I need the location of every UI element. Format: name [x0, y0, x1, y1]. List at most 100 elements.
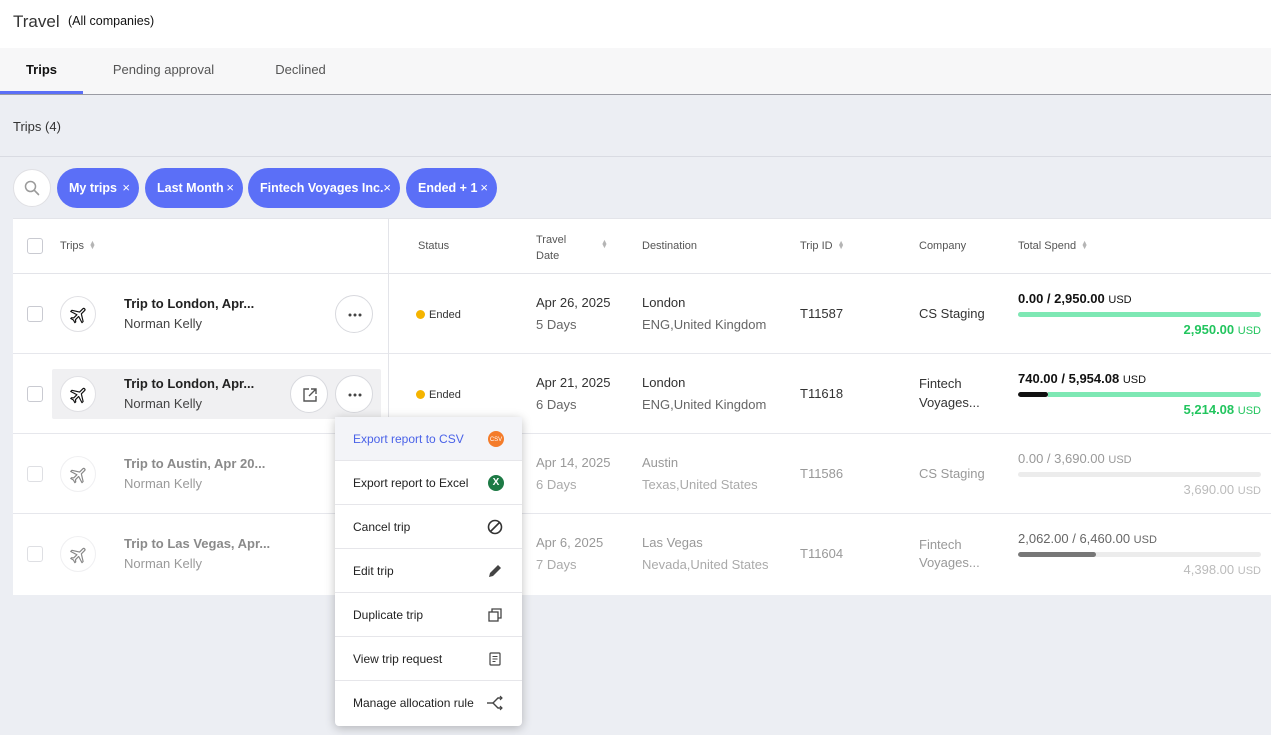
trip-avatar	[60, 456, 96, 492]
company: CS Staging	[919, 306, 985, 321]
page-title: Travel	[13, 12, 60, 31]
open-trip-button[interactable]	[290, 375, 328, 413]
menu-item-label: Export report to CSV	[353, 432, 464, 446]
destination-city: London	[642, 375, 686, 390]
airplane-icon	[70, 467, 86, 484]
cancel-icon	[487, 519, 503, 535]
table-row[interactable]: Trip to Las Vegas, Apr... Norman Kelly A…	[13, 514, 1271, 594]
airplane-icon	[70, 547, 86, 564]
travel-date: Apr 14, 2025	[536, 455, 611, 470]
remove-filter-icon[interactable]: ×	[480, 168, 488, 208]
excel-icon: X	[488, 475, 504, 491]
spend-bar	[1018, 392, 1261, 397]
row-checkbox[interactable]	[27, 386, 43, 402]
trip-id: T11618	[800, 386, 844, 401]
sort-icon[interactable]: ▲ ▼	[601, 239, 608, 250]
row-checkbox[interactable]	[27, 306, 43, 322]
menu-item-export-csv[interactable]: Export report to CSV CSV	[335, 417, 522, 461]
column-label: Date	[536, 250, 560, 262]
destination-region: ENG,United Kingdom	[642, 317, 767, 332]
filter-chip-label: My trips	[69, 181, 117, 195]
remove-filter-icon[interactable]: ×	[383, 168, 391, 208]
column-trips[interactable]: Trips ▲ ▼	[60, 240, 96, 252]
table-row[interactable]: Trip to Austin, Apr 20... Norman Kelly A…	[13, 434, 1271, 514]
company: Fintech	[919, 376, 962, 391]
tab-pending-approval[interactable]: Pending approval	[100, 48, 227, 94]
trip-name[interactable]: Trip to Austin, Apr 20...	[124, 456, 265, 471]
column-trip-id[interactable]: Trip ID ▲ ▼	[800, 240, 845, 252]
trip-name[interactable]: Trip to London, Apr...	[124, 376, 254, 391]
currency: USD	[1237, 485, 1261, 497]
currency: USD	[1108, 454, 1132, 466]
company-cont: Voyages...	[919, 555, 980, 570]
divider	[0, 156, 1271, 157]
trip-name[interactable]: Trip to Las Vegas, Apr...	[124, 536, 270, 551]
menu-item-manage-allocation-rule[interactable]: Manage allocation rule	[335, 681, 522, 725]
status-dot	[416, 390, 425, 399]
currency: USD	[1133, 534, 1157, 546]
spend-bar	[1018, 552, 1261, 557]
destination-city: London	[642, 295, 686, 310]
tab-trips[interactable]: Trips	[0, 48, 83, 94]
remove-filter-icon[interactable]: ×	[226, 168, 234, 208]
trips-table: Trips ▲ ▼ Status Travel Date ▲ ▼ Destination…	[13, 218, 1271, 595]
menu-item-view-trip-request[interactable]: View trip request	[335, 637, 522, 681]
company: CS Staging	[919, 466, 985, 481]
currency: USD	[1237, 565, 1261, 577]
menu-item-cancel-trip[interactable]: Cancel trip	[335, 505, 522, 549]
filter-chip-label: Ended + 1	[418, 181, 478, 195]
filter-chip-label: Last Month	[157, 181, 224, 195]
trip-name[interactable]: Trip to London, Apr...	[124, 296, 254, 311]
top-bar: Travel (All companies)	[0, 0, 1271, 48]
column-destination: Destination	[642, 240, 698, 252]
travel-date: Apr 21, 2025	[536, 375, 611, 390]
remove-filter-icon[interactable]: ×	[122, 168, 130, 208]
currency: USD	[1237, 405, 1261, 417]
menu-item-label: Manage allocation rule	[353, 696, 474, 710]
spend-amount: 0.00 / 2,950.00 USD	[1018, 291, 1132, 306]
select-all-checkbox[interactable]	[27, 238, 43, 254]
more-actions-button[interactable]	[335, 375, 373, 413]
menu-item-label: Export report to Excel	[353, 476, 469, 490]
search-button[interactable]	[13, 169, 51, 207]
airplane-icon	[70, 307, 86, 324]
table-row[interactable]: Trip to London, Apr... Norman Kelly Ende…	[13, 274, 1271, 354]
more-actions-button[interactable]	[335, 295, 373, 333]
trip-avatar	[60, 536, 96, 572]
filter-chip-last-month[interactable]: Last Month ×	[145, 168, 243, 208]
table-header: Trips ▲ ▼ Status Travel Date ▲ ▼ Destination…	[13, 219, 1271, 274]
table-row[interactable]: Trip to London, Apr... Norman Kelly Ende…	[13, 354, 1271, 434]
menu-item-label: Cancel trip	[353, 520, 411, 534]
trip-id: T11587	[800, 306, 844, 321]
company-cont: Voyages...	[919, 395, 980, 410]
spend-bar-used	[1018, 392, 1049, 397]
trip-avatar	[60, 376, 96, 412]
spend-bar-used	[1018, 552, 1096, 557]
traveler-name: Norman Kelly	[124, 556, 203, 571]
column-status: Status	[418, 240, 450, 252]
spend-value: 0.00 / 2,950.00	[1018, 291, 1105, 306]
menu-item-export-excel[interactable]: Export report to Excel X	[335, 461, 522, 505]
trip-id: T11604	[800, 546, 844, 561]
row-checkbox[interactable]	[27, 546, 43, 562]
row-checkbox[interactable]	[27, 466, 43, 482]
currency: USD	[1122, 374, 1147, 386]
status-badge: Ended	[429, 309, 461, 321]
csv-icon: CSV	[488, 431, 504, 447]
filter-chip-my-trips[interactable]: My trips ×	[57, 168, 139, 208]
sort-icon: ▲ ▼	[837, 240, 845, 252]
menu-item-duplicate-trip[interactable]: Duplicate trip	[335, 593, 522, 637]
filter-chip-label: Fintech Voyages Inc.	[260, 181, 384, 195]
menu-item-edit-trip[interactable]: Edit trip	[335, 549, 522, 593]
company-scope[interactable]: (All companies)	[68, 14, 154, 28]
column-travel-date[interactable]: Travel Date	[536, 232, 566, 264]
excel-icon-text: X	[492, 477, 500, 488]
spend-bar	[1018, 312, 1261, 317]
more-icon	[348, 313, 362, 317]
filter-chip-status[interactable]: Ended + 1 ×	[406, 168, 497, 208]
filter-chip-company[interactable]: Fintech Voyages Inc. ×	[248, 168, 400, 208]
spend-bar-remaining	[1048, 392, 1261, 397]
tab-bar: Trips Pending approval Declined	[0, 48, 1271, 95]
tab-declined[interactable]: Declined	[262, 48, 339, 94]
column-total-spend[interactable]: Total Spend ▲ ▼	[1018, 240, 1088, 252]
